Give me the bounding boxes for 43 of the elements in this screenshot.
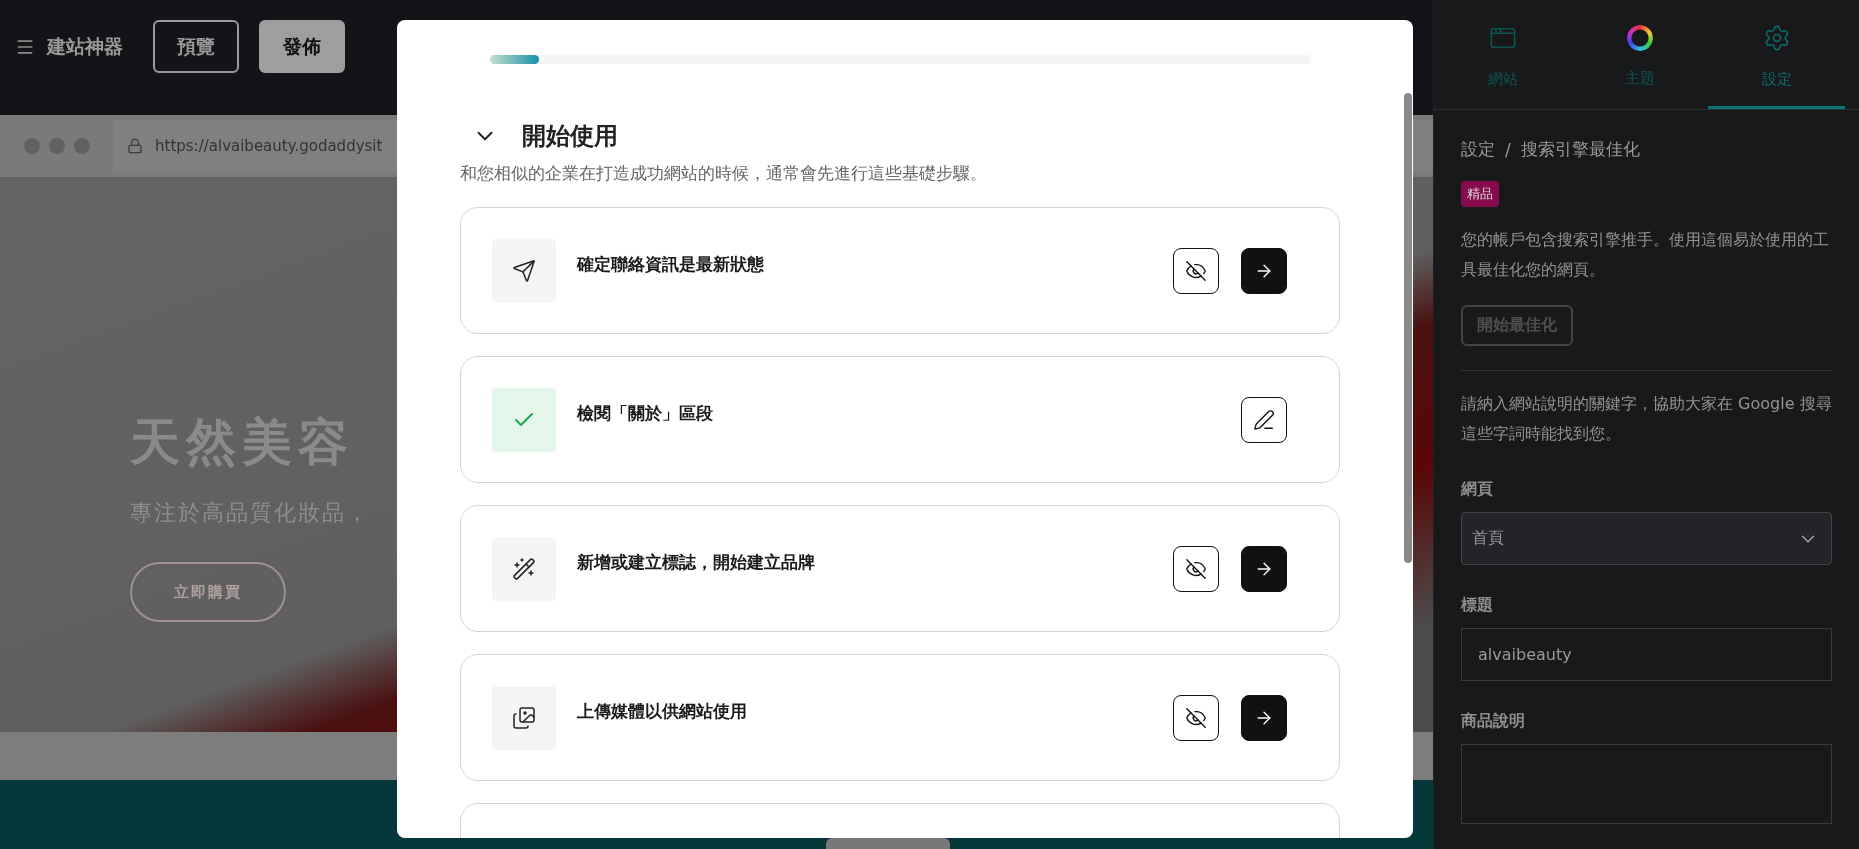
task-label: 新增或建立標誌，開始建立品牌 [577,551,816,574]
window-dot-icon [49,138,65,154]
task-label: 上傳媒體以供網站使用 [577,700,748,723]
color-ring-icon [1626,25,1653,51]
eye-off-icon [1185,259,1207,282]
publish-button[interactable]: 發佈 [259,20,345,73]
hide-button[interactable] [1173,545,1219,592]
intro-text: 您的帳戶包含搜索引擎推手。使用這個易於使用的工具最佳化您的網頁。 [1461,229,1830,281]
description-field[interactable] [1461,744,1832,824]
breadcrumb-separator: / [1505,139,1511,160]
panel-tab[interactable]: 設定 [1708,0,1845,109]
eye-off-icon [1185,706,1207,729]
premium-badge: 精品 [1461,181,1499,207]
field-label: 標題 [1461,595,1493,616]
section-description: 和您相似的企業在打造成功網站的時候，通常會先進行這些基礎步驟。 [460,162,988,185]
field-label: 網頁 [1461,479,1493,500]
window-dot-icon [74,138,90,154]
magic-wand-icon [512,556,536,581]
page-select[interactable]: 首頁 [1461,512,1832,565]
hide-button[interactable] [1173,247,1219,294]
go-button[interactable] [1241,247,1287,294]
preview-button[interactable]: 預覽 [153,20,239,73]
lock-icon [127,138,143,154]
pencil-icon [1253,408,1275,431]
breadcrumb-link[interactable]: 設定 [1461,138,1495,161]
task-label: 檢閱「關於」區段 [577,402,714,425]
app-title: 建站神器 [47,33,123,59]
send-icon [512,258,536,283]
hide-button[interactable] [1173,694,1219,741]
edit-button[interactable] [1241,396,1287,443]
scrollbar-thumb[interactable] [1404,93,1412,563]
images-icon [512,705,536,730]
section-title: 開始使用 [522,121,618,152]
keyword-hint: 請納入網站說明的關鍵字，協助大家在 Google 搜尋這些字詞時能找到您。 [1461,393,1832,445]
field-label: 商品說明 [1461,711,1525,732]
breadcrumb-current: 搜索引擎最佳化 [1520,138,1640,161]
title-field[interactable]: alvaibeauty [1461,628,1832,681]
window-dot-icon [24,138,40,154]
eye-off-icon [1185,557,1207,580]
go-button[interactable] [1241,545,1287,592]
go-button[interactable] [1241,694,1287,741]
url-text: https://alvaibeauty.godaddysit [155,137,383,155]
task-label: 確定聯絡資訊是最新狀態 [577,253,765,276]
